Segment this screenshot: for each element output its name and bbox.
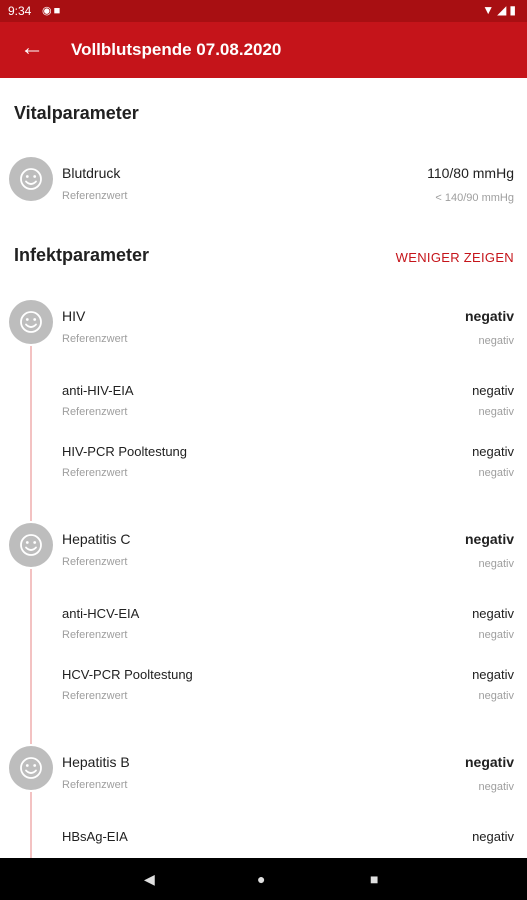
reference-value: negativ [478,781,514,793]
reference-value: < 140/90 mmHg [435,192,514,204]
reference-label: Referenzwert [62,467,128,479]
subparameter-name: anti-HCV-EIA [62,606,140,621]
subparameter-value: negativ [472,829,514,844]
timeline-line [30,346,32,521]
reference-label: Referenzwert [62,333,128,345]
subparameter-value: negativ [472,383,514,398]
timeline-line [30,792,32,858]
reference-value: negativ [478,558,514,570]
smiley-icon [9,157,53,201]
parameter-name: Hepatitis C [62,531,131,547]
subparameter-value: negativ [472,667,514,682]
parameter-value: negativ [464,308,514,324]
reference-label: Referenzwert [62,629,128,641]
parameter-value: negativ [464,754,514,770]
reference-value: negativ [478,629,514,641]
smiley-icon [9,523,53,567]
app-bar: ← Vollblutspende 07.08.2020 [0,22,527,78]
timeline-line [30,569,32,744]
subparameter-name: anti-HIV-EIA [62,383,134,398]
parameter-name: Hepatitis B [62,754,130,770]
subparameter-name: HBsAg-EIA [62,829,128,844]
parameter-value: 110/80 mmHg [427,165,514,181]
subparameter-value: negativ [472,606,514,621]
parameter-name: HIV [62,308,86,324]
reference-label: Referenzwert [62,690,128,702]
reference-label: Referenzwert [62,556,128,568]
parameter-name: Blutdruck [62,165,121,181]
reference-label: Referenzwert [62,406,128,418]
status-time: 9:34 [8,4,32,18]
subparameter-value: negativ [472,444,514,459]
back-triangle-icon[interactable]: ◀ [144,871,155,887]
system-icons: ▼◢▮ [482,3,519,17]
smiley-icon [9,300,53,344]
system-nav-bar: ◀ ● ■ [0,858,527,900]
recents-square-icon[interactable]: ■ [370,871,378,887]
subparameter-name: HCV-PCR Pooltestung [62,667,193,682]
reference-value: negativ [478,467,514,479]
notification-icons: ◉■ [42,5,63,17]
home-circle-icon[interactable]: ● [257,871,265,887]
reference-label: Referenzwert [62,190,128,202]
page-title: Vollblutspende 07.08.2020 [71,40,282,59]
reference-value: negativ [478,690,514,702]
status-bar: 9:34 ◉■ ▼◢▮ [0,0,527,22]
arrow-back-icon[interactable]: ← [20,34,44,62]
smiley-icon [9,746,53,790]
result-content[interactable]: Vitalparameter Blutdruck Referenzwert 11… [0,78,527,858]
subparameter-name: HIV-PCR Pooltestung [62,444,188,459]
reference-label: Referenzwert [62,779,128,791]
section-title-infekt: Infektparameter [14,245,150,265]
reference-value: negativ [478,406,514,418]
reference-value: negativ [478,335,514,347]
parameter-value: negativ [464,531,514,547]
show-less-button[interactable]: WENIGER ZEIGEN [396,250,514,265]
section-title-vital: Vitalparameter [14,103,139,123]
